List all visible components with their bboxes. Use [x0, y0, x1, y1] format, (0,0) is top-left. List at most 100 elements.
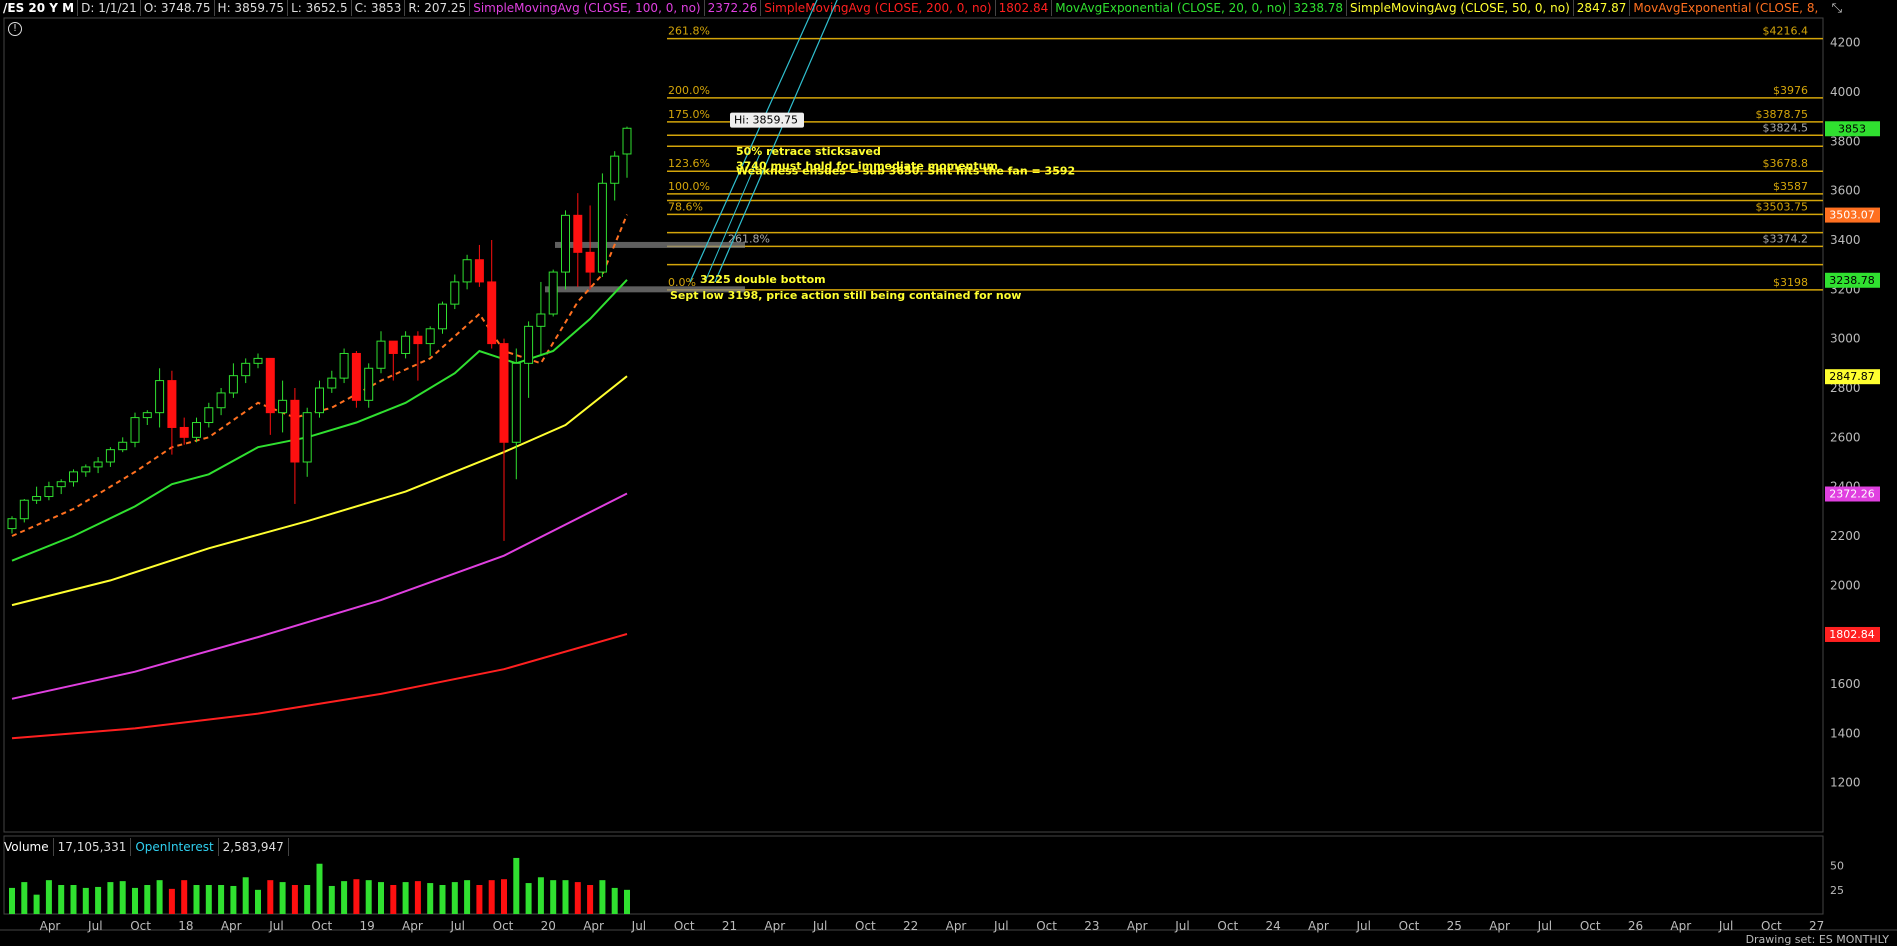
volume-bar[interactable] [414, 881, 421, 914]
volume-bar[interactable] [390, 885, 397, 914]
candle-body[interactable] [32, 496, 42, 501]
volume-bar[interactable] [205, 885, 212, 914]
candle-body[interactable] [44, 486, 54, 498]
candle-body[interactable] [118, 441, 128, 451]
candle-body[interactable] [597, 182, 607, 273]
volume-bar[interactable] [513, 857, 520, 914]
volume-bar[interactable] [95, 886, 102, 914]
volume-bar[interactable] [341, 881, 348, 914]
candle-body[interactable] [413, 335, 423, 345]
volume-bar[interactable] [599, 880, 606, 914]
candle-body[interactable] [376, 340, 386, 369]
candle-body[interactable] [425, 328, 435, 345]
candle-body[interactable] [561, 214, 570, 273]
candle-body[interactable] [228, 375, 238, 394]
volume-bar[interactable] [21, 882, 28, 914]
candle-body[interactable] [290, 399, 300, 463]
volume-bar[interactable] [144, 885, 151, 914]
volume-bar[interactable] [45, 880, 52, 914]
volume-bar[interactable] [181, 880, 188, 914]
candle-body[interactable] [315, 387, 324, 414]
volume-bar[interactable] [464, 880, 471, 914]
volume-bar[interactable] [132, 887, 138, 914]
volume-bar[interactable] [525, 883, 532, 914]
volume-bar[interactable] [316, 863, 323, 914]
candle-body[interactable] [19, 499, 29, 520]
candle-body[interactable] [548, 271, 558, 315]
volume-bar[interactable] [230, 885, 237, 914]
candle-body[interactable] [364, 367, 374, 401]
volume-bar[interactable] [476, 885, 483, 914]
candle-body[interactable] [438, 303, 447, 330]
volume-bar[interactable] [33, 894, 40, 914]
volume-bar[interactable] [488, 880, 495, 914]
candle-body[interactable] [499, 343, 509, 443]
price-chart[interactable]: 1200140016001800200022002400260028003000… [0, 0, 1897, 946]
candle-body[interactable] [573, 214, 583, 253]
volume-bar[interactable] [156, 880, 163, 914]
candle-body[interactable] [179, 426, 189, 438]
volume-bar[interactable] [611, 887, 618, 914]
candle-body[interactable] [56, 481, 66, 488]
candle-body[interactable] [216, 392, 226, 409]
volume-bar[interactable] [574, 882, 581, 914]
candle-body[interactable] [524, 325, 534, 364]
candle-body[interactable] [487, 281, 497, 345]
volume-bar[interactable] [451, 882, 458, 914]
volume-bar[interactable] [291, 885, 298, 914]
volume-bar[interactable] [427, 883, 434, 914]
volume-bar[interactable] [501, 879, 507, 914]
candle-body[interactable] [142, 412, 152, 419]
volume-bar[interactable] [9, 887, 15, 914]
candle-body[interactable] [622, 127, 632, 155]
volume-bar[interactable] [242, 877, 249, 914]
volume-bar[interactable] [353, 879, 360, 914]
candle-body[interactable] [450, 281, 460, 305]
volume-bar[interactable] [218, 885, 225, 914]
candle-body[interactable] [105, 449, 115, 463]
candle-body[interactable] [278, 399, 288, 414]
volume-bar[interactable] [255, 889, 261, 914]
volume-bar[interactable] [267, 880, 274, 914]
candle-body[interactable] [351, 352, 361, 401]
candle-body[interactable] [7, 518, 17, 530]
volume-bar[interactable] [562, 880, 569, 914]
candle-body[interactable] [253, 357, 263, 364]
volume-bar[interactable] [328, 885, 335, 914]
candle-body[interactable] [302, 412, 312, 463]
volume-bar[interactable] [58, 885, 65, 914]
candle-body[interactable] [339, 352, 349, 379]
volume-bar[interactable] [119, 881, 126, 914]
candle-body[interactable] [585, 251, 595, 273]
volume-bar[interactable] [193, 885, 200, 914]
volume-bar[interactable] [537, 877, 544, 914]
volume-bar[interactable] [304, 885, 311, 914]
candle-body[interactable] [81, 466, 91, 473]
candle-body[interactable] [401, 335, 411, 354]
candle-body[interactable] [388, 340, 398, 354]
candle-body[interactable] [327, 377, 337, 389]
candle-body[interactable] [474, 259, 484, 283]
volume-bar[interactable] [107, 882, 114, 914]
candle-body[interactable] [155, 380, 165, 414]
candle-body[interactable] [93, 461, 103, 468]
candle-body[interactable] [610, 155, 620, 184]
candle-body[interactable] [69, 471, 78, 483]
candle-body[interactable] [462, 259, 472, 283]
candle-body[interactable] [265, 357, 275, 414]
drawing-set-label[interactable]: Drawing set: ES MONTHLY [1746, 933, 1889, 946]
volume-bar[interactable] [82, 887, 89, 914]
volume-bar[interactable] [439, 885, 446, 914]
volume-bar[interactable] [279, 882, 286, 914]
volume-bar[interactable] [587, 885, 594, 914]
volume-bar[interactable] [168, 888, 175, 914]
volume-bar[interactable] [365, 880, 372, 914]
candle-body[interactable] [192, 422, 201, 438]
candle-body[interactable] [167, 380, 177, 428]
candle-body[interactable] [241, 362, 251, 377]
volume-bar[interactable] [550, 880, 557, 914]
volume-bar[interactable] [378, 882, 384, 914]
candle-body[interactable] [130, 417, 140, 443]
volume-bar[interactable] [70, 885, 77, 914]
candle-body[interactable] [536, 313, 546, 327]
